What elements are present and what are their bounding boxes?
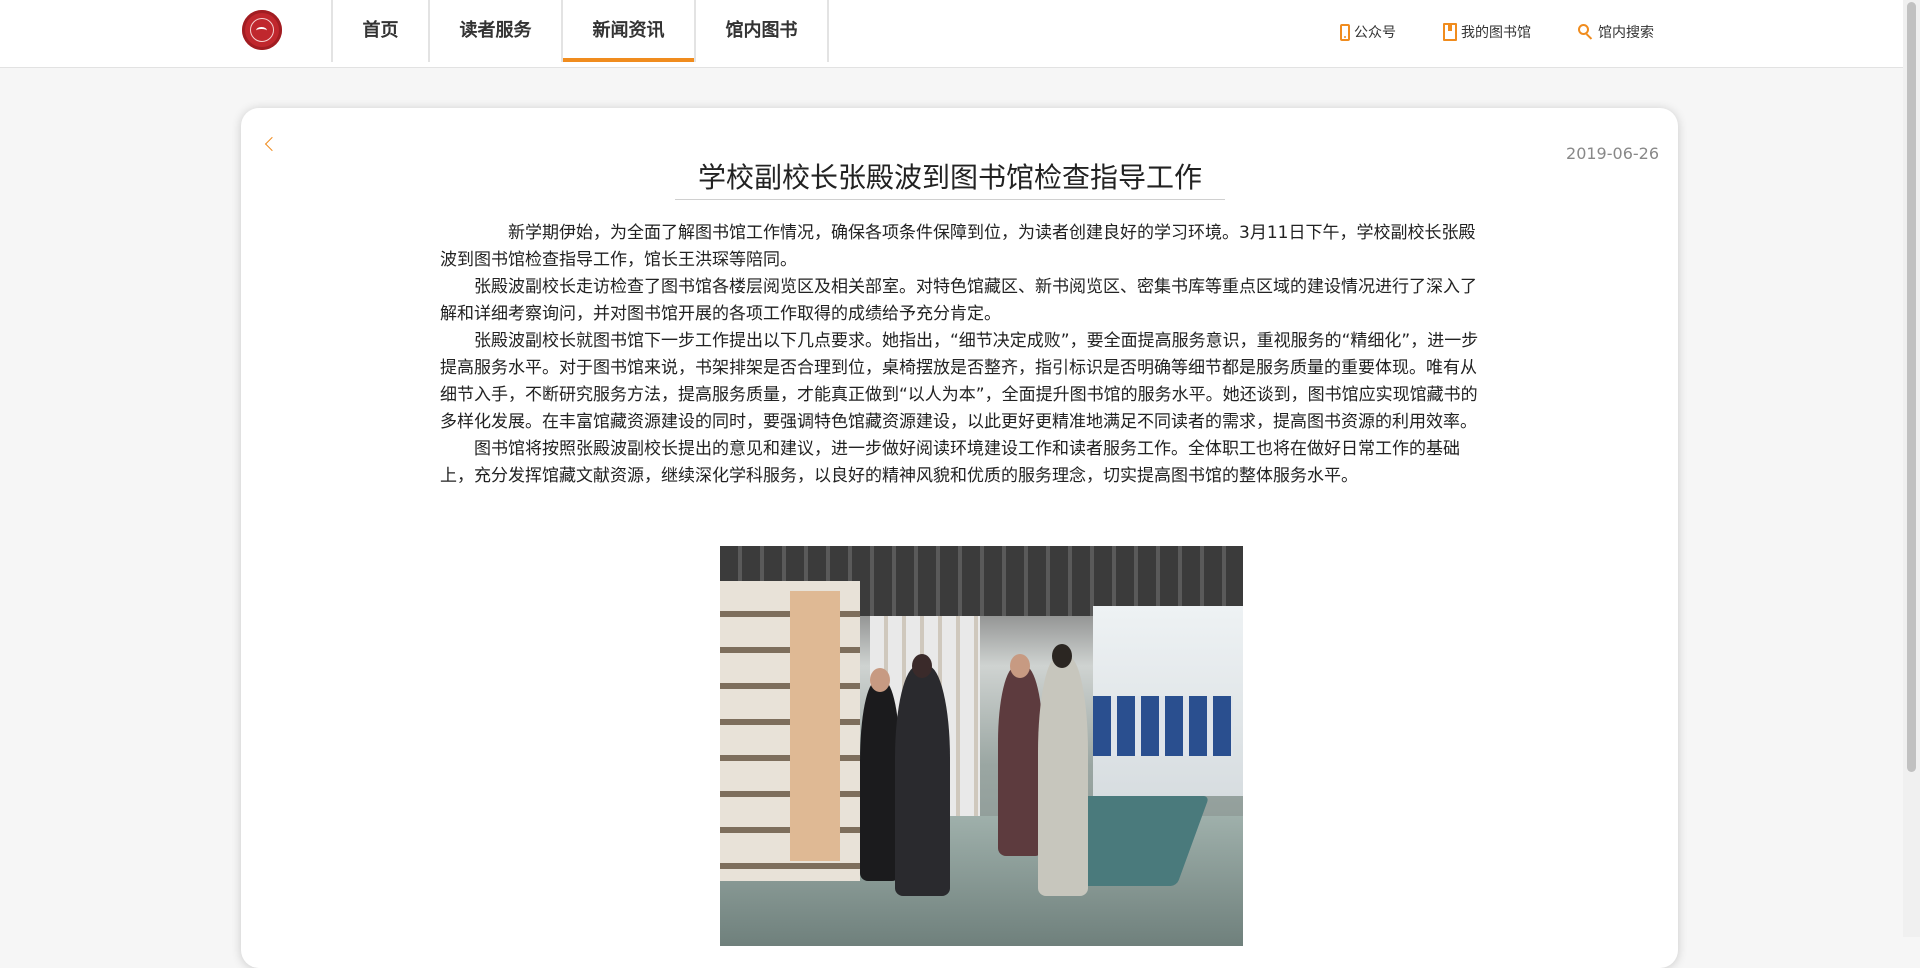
my-library-link[interactable]: 我的图书馆: [1443, 20, 1531, 44]
article-card: 学校副校长张殿波到图书馆检查指导工作 2019-06-26 新学期伊始，为全面了…: [241, 108, 1678, 968]
chevron-left-icon[interactable]: [263, 138, 277, 152]
nav-divider: [827, 0, 829, 62]
main-nav: 首页 读者服务 新闻资讯 馆内图书: [331, 0, 829, 62]
nav-item-news[interactable]: 新闻资讯: [563, 0, 694, 62]
library-search-link[interactable]: 馆内搜索: [1578, 20, 1654, 44]
article-photo: [720, 546, 1243, 946]
scrollbar-thumb[interactable]: [1907, 2, 1916, 772]
article-title: 学校副校长张殿波到图书馆检查指导工作: [675, 160, 1225, 200]
school-logo-icon[interactable]: [242, 10, 282, 50]
library-search-label: 馆内搜索: [1598, 25, 1654, 41]
search-icon: [1578, 24, 1594, 40]
article-paragraph: 张殿波副校长就图书馆下一步工作提出以下几点要求。她指出，“细节决定成败”，要全面…: [440, 331, 1479, 432]
header: 首页 读者服务 新闻资讯 馆内图书 公众号 我的图书馆 馆内搜索: [0, 0, 1904, 68]
article-paragraph: 新学期伊始，为全面了解图书馆工作情况，确保各项条件保障到位，为读者创建良好的学习…: [440, 223, 1476, 270]
official-account-label: 公众号: [1354, 25, 1396, 41]
book-icon: [1443, 23, 1457, 41]
official-account-link[interactable]: 公众号: [1340, 20, 1396, 44]
phone-icon: [1340, 23, 1350, 41]
article-paragraph: 张殿波副校长走访检查了图书馆各楼层阅览区及相关部室。对特色馆藏区、新书阅览区、密…: [440, 277, 1477, 324]
nav-item-reader-services[interactable]: 读者服务: [430, 0, 561, 62]
article-date: 2019-06-26: [1566, 144, 1659, 163]
article-paragraph: 图书馆将按照张殿波副校长提出的意见和建议，进一步做好阅读环境建设工作和读者服务工…: [440, 439, 1460, 486]
article-body: 新学期伊始，为全面了解图书馆工作情况，确保各项条件保障到位，为读者创建良好的学习…: [440, 220, 1480, 490]
nav-item-library-books[interactable]: 馆内图书: [696, 0, 827, 62]
vertical-scrollbar[interactable]: [1903, 0, 1920, 937]
my-library-label: 我的图书馆: [1461, 25, 1531, 41]
nav-item-home[interactable]: 首页: [333, 0, 428, 62]
